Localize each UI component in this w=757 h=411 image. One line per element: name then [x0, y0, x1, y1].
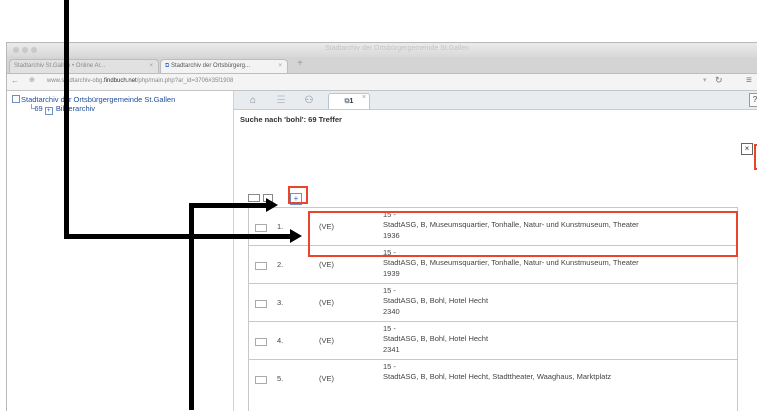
browser-tab-label: Stadtarchiv St.Gallen • Online Ar... — [14, 63, 106, 69]
annotation-arrow-vertical-bottom-overlay — [189, 203, 194, 410]
annotation-arrow-horizontal-upper — [189, 203, 267, 208]
result-line2[interactable]: StadtASG, B, Bohl, Hotel Hecht — [383, 296, 488, 305]
result-line1: 15 - — [383, 362, 396, 371]
browser-tab-stadtarchiv[interactable]: ⧉ Stadtarchiv der Ortsbürgerg... × — [160, 59, 288, 73]
search-heading: Suche nach 'bohl': 69 Treffer — [240, 115, 342, 124]
envelope-icon[interactable] — [255, 300, 267, 308]
list-icon[interactable]: ☰ — [270, 93, 292, 108]
content-tabs: ⌂ ☰ ⚇ ⧉1 × ? — [234, 91, 757, 110]
envelope-icon[interactable] — [248, 194, 260, 202]
binoculars-icon[interactable]: ⚇ — [298, 93, 320, 108]
result-line2[interactable]: StadtASG, B, Museumsquartier, Tonhalle, … — [383, 258, 639, 267]
result-row[interactable]: 4. (VE) 15 - StadtASG, B, Bohl, Hotel He… — [249, 321, 737, 360]
annotation-arrowhead-upper — [266, 198, 278, 212]
back-icon[interactable]: ← — [11, 76, 19, 85]
result-type: (VE) — [319, 298, 334, 307]
result-number: 4. — [277, 336, 284, 345]
dropdown-arrow-icon[interactable]: ▾ — [703, 76, 707, 84]
site-info-icon[interactable]: ⊕ — [29, 76, 35, 84]
tree-root-label: Stadtarchiv der Ortsbürgergemeinde St.Ga… — [21, 95, 176, 104]
help-icon[interactable]: ? — [749, 93, 757, 107]
close-results-icon[interactable]: × — [741, 143, 753, 155]
window-title: Stadtarchiv der Ortsbürgergemeinde St.Ga… — [325, 45, 469, 52]
new-tab-button[interactable]: + — [297, 58, 303, 69]
close-window-button[interactable] — [13, 47, 19, 53]
result-line1: 15 - — [383, 286, 396, 295]
tree-child-count: 69 — [34, 104, 43, 113]
annotation-highlight-expand — [288, 186, 308, 204]
result-line3: 2341 — [383, 345, 400, 354]
result-line1: 15 - — [383, 324, 396, 333]
annotation-arrow-vertical-top-overlay — [64, 40, 69, 239]
result-number: 1. — [277, 222, 284, 231]
close-tab-icon[interactable]: × — [278, 60, 282, 73]
result-type: (VE) — [319, 336, 334, 345]
archive-tree-panel: Stadtarchiv der Ortsbürgergemeinde St.Ga… — [7, 91, 234, 411]
result-line3: 1939 — [383, 269, 400, 278]
url-host-domain: findbuch.net — [104, 78, 137, 84]
tree-root-item[interactable]: Stadtarchiv der Ortsbürgergemeinde St.Ga… — [12, 95, 227, 104]
result-number: 5. — [277, 374, 284, 383]
envelope-icon[interactable] — [255, 224, 267, 232]
result-type: (VE) — [319, 260, 334, 269]
result-row[interactable]: 5. (VE) 15 - StadtASG, B, Bohl, Hotel He… — [249, 359, 737, 398]
browser-tab-label: Stadtarchiv der Ortsbürgerg... — [170, 63, 251, 69]
address-bar: ← ⊕ www.stadtarchiv-obg.findbuch.net/php… — [7, 74, 757, 91]
tree-child-label: Bilderarchiv — [55, 104, 96, 113]
result-number: 2. — [277, 260, 284, 269]
url-field[interactable]: www.stadtarchiv-obg.findbuch.net/php/mai… — [47, 76, 667, 87]
url-path: /php/main.php?ar_id=3706#35f1908 — [136, 78, 234, 84]
close-tab-icon[interactable]: × — [149, 60, 153, 73]
result-line2[interactable]: StadtASG, B, Bohl, Hotel Hecht — [383, 334, 488, 343]
result-line3: 2340 — [383, 307, 400, 316]
envelope-icon[interactable] — [255, 338, 267, 346]
tree-expand-icon[interactable]: + — [44, 107, 53, 115]
browser-tab-online-archive[interactable]: Stadtarchiv St.Gallen • Online Ar... × — [9, 59, 159, 73]
tree-collapse-icon[interactable] — [12, 95, 20, 103]
title-bar: Stadtarchiv der Ortsbürgergemeinde St.Ga… — [7, 43, 757, 57]
minimize-window-button[interactable] — [22, 47, 28, 53]
home-icon[interactable]: ⌂ — [242, 93, 264, 108]
results-tab-label: 1 — [349, 98, 354, 105]
result-row[interactable]: 3. (VE) 15 - StadtASG, B, Bohl, Hotel He… — [249, 283, 737, 322]
close-tab-icon[interactable]: × — [362, 90, 366, 105]
result-line2[interactable]: StadtASG, B, Bohl, Hotel Hecht, Stadtthe… — [383, 372, 611, 381]
favicon-icon: ⧉ — [165, 63, 170, 69]
tab-search-results[interactable]: ⧉1 × — [328, 93, 370, 109]
annotation-arrow-horizontal-lower — [64, 234, 292, 239]
url-host-prefix: www.stadtarchiv-obg. — [47, 78, 105, 84]
result-number: 3. — [277, 298, 284, 307]
reload-icon[interactable]: ↻ — [715, 75, 723, 86]
browser-tab-strip: Stadtarchiv St.Gallen • Online Ar... × ⧉… — [7, 57, 757, 74]
annotation-highlight-row — [308, 211, 738, 257]
envelope-icon[interactable] — [255, 262, 267, 270]
annotation-arrowhead-lower — [290, 229, 302, 243]
envelope-icon[interactable] — [255, 376, 267, 384]
zoom-window-button[interactable] — [31, 47, 37, 53]
result-type: (VE) — [319, 374, 334, 383]
menu-icon[interactable]: ≡ — [746, 75, 752, 86]
tree-item-bilderarchiv[interactable]: └69 + Bilderarchiv — [29, 104, 95, 115]
